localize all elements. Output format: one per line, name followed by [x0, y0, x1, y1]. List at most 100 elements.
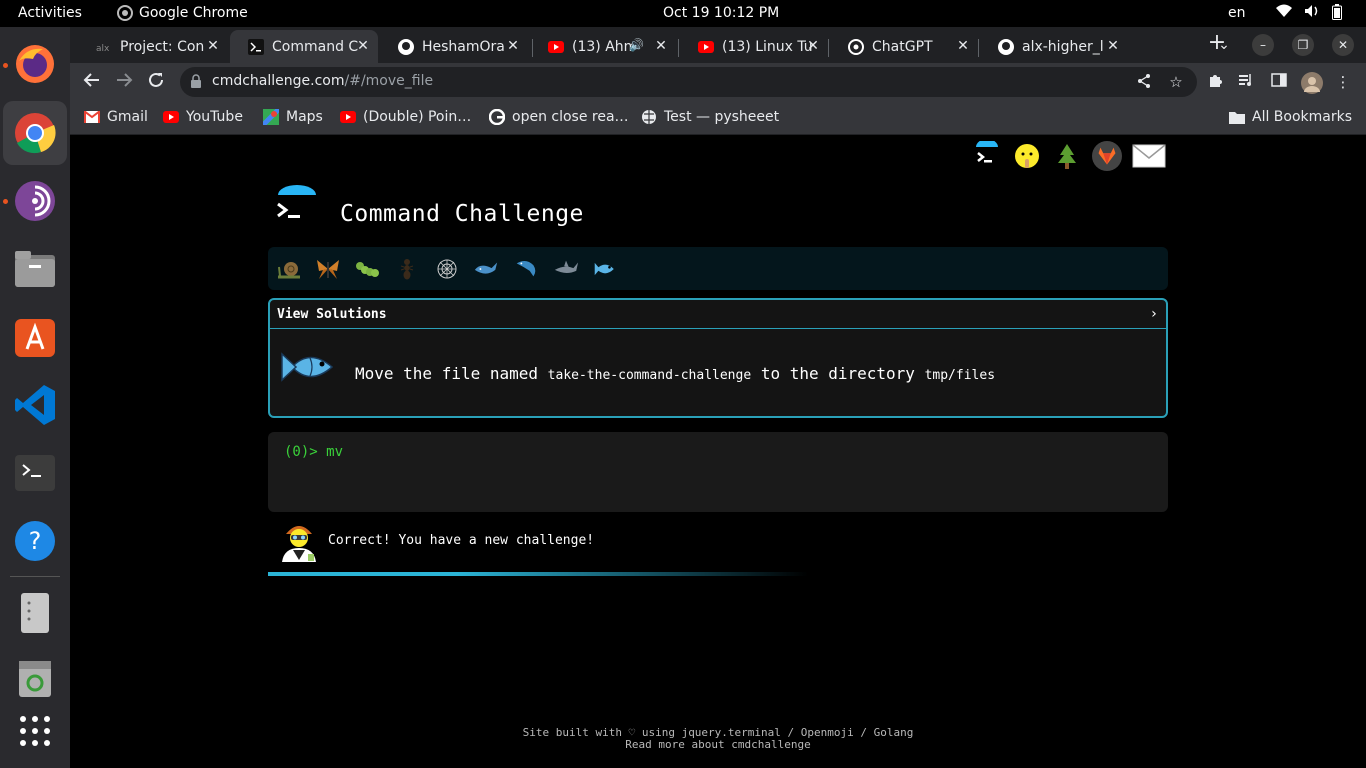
- chrome-app-icon: [117, 5, 133, 21]
- bookmark-double-pointer[interactable]: (Double) Poin…: [340, 109, 471, 125]
- speaker-icon[interactable]: 🔊: [629, 38, 644, 52]
- tab-project[interactable]: alx Project: Con ✕: [78, 30, 228, 63]
- youtube-icon: [163, 109, 179, 125]
- close-icon[interactable]: ✕: [504, 37, 522, 55]
- terminal-input-area[interactable]: (0)> mv: [268, 432, 1168, 512]
- app-menu[interactable]: Google Chrome: [117, 5, 248, 21]
- tab-label: Project: Con: [120, 38, 205, 55]
- cmdchallenge-terminal-icon[interactable]: [972, 141, 1002, 171]
- vscode-launcher[interactable]: [11, 381, 59, 429]
- terminal-command-text[interactable]: mv: [326, 444, 343, 460]
- tab-label: HeshamOra: [422, 38, 505, 55]
- svg-text:alx: alx: [96, 44, 110, 54]
- terminal-launcher[interactable]: [11, 449, 59, 497]
- side-panel-icon[interactable]: [1269, 72, 1289, 92]
- show-apps-button[interactable]: [11, 707, 59, 755]
- caterpillar-icon[interactable]: [355, 256, 381, 282]
- file-name-code: take-the-command-challenge: [547, 368, 752, 383]
- app-name: Google Chrome: [139, 5, 248, 21]
- files-icon: [15, 251, 55, 287]
- ant-icon[interactable]: [394, 256, 420, 282]
- firefox-launcher[interactable]: [11, 39, 59, 87]
- fish-icon[interactable]: [593, 256, 619, 282]
- close-window-button[interactable]: ✕: [1332, 34, 1354, 56]
- chatgpt-icon: [848, 38, 864, 55]
- butterfly-icon[interactable]: [315, 256, 341, 282]
- forward-button[interactable]: [113, 71, 135, 93]
- wifi-icon: [1276, 4, 1292, 17]
- restore-button[interactable]: ❐: [1292, 34, 1314, 56]
- gitlab-icon[interactable]: [1092, 141, 1122, 171]
- close-icon[interactable]: ✕: [804, 37, 822, 55]
- close-icon[interactable]: ✕: [652, 37, 670, 55]
- close-icon[interactable]: ✕: [204, 37, 222, 55]
- app-center-icon: [15, 319, 55, 357]
- system-tray[interactable]: [1276, 4, 1342, 20]
- fish-icon: [281, 352, 334, 382]
- view-solutions-toggle[interactable]: View Solutions ›: [270, 300, 1166, 329]
- youtube-icon: [698, 39, 714, 55]
- activities-button[interactable]: Activities: [18, 5, 82, 21]
- tor-launcher[interactable]: [11, 177, 59, 225]
- tab-youtube-ahm[interactable]: (13) Ahm 🔊 ✕: [530, 30, 676, 63]
- whale-icon[interactable]: [473, 256, 499, 282]
- share-icon[interactable]: [1135, 73, 1153, 91]
- shushing-face-icon[interactable]: [1012, 141, 1042, 171]
- minimize-button[interactable]: –: [1252, 34, 1274, 56]
- help-launcher[interactable]: ?: [11, 517, 59, 565]
- kebab-menu-icon[interactable]: ⋮: [1333, 72, 1353, 92]
- dolphin-icon[interactable]: [513, 256, 539, 282]
- tab-github-hesham[interactable]: HeshamOra ✕: [380, 30, 528, 63]
- tab-youtube-linux[interactable]: (13) Linux Tu ✕: [680, 30, 828, 63]
- chrome-launcher[interactable]: [3, 101, 67, 165]
- reload-button[interactable]: [145, 71, 167, 93]
- all-bookmarks[interactable]: All Bookmarks: [1229, 109, 1352, 125]
- mail-icon[interactable]: [1132, 141, 1166, 171]
- trash-launcher[interactable]: [11, 655, 59, 703]
- bookmarks-bar: Gmail YouTube Maps (Double) Poin… open c…: [70, 101, 1366, 135]
- files-launcher[interactable]: [11, 245, 59, 293]
- snail-icon[interactable]: [276, 256, 302, 282]
- bookmark-open-close[interactable]: open close rea…: [489, 109, 629, 125]
- google-icon: [489, 109, 505, 125]
- challenge-description: Move the file named take-the-command-cha…: [355, 364, 996, 383]
- web-page: Command Challenge View Solutions › Move …: [70, 135, 1366, 768]
- youtube-icon: [548, 39, 564, 55]
- tab-chatgpt[interactable]: ChatGPT ✕: [830, 30, 978, 63]
- tab-label: (13) Ahm: [572, 38, 632, 55]
- tab-github-alx[interactable]: alx-higher_l ✕: [980, 30, 1128, 63]
- bookmark-gmail[interactable]: Gmail: [84, 109, 148, 125]
- battery-icon: [1332, 4, 1342, 20]
- profile-avatar[interactable]: [1301, 72, 1323, 94]
- close-icon[interactable]: ✕: [1104, 37, 1122, 55]
- bookmark-maps[interactable]: Maps: [263, 109, 323, 125]
- extensions-puzzle-icon[interactable]: [1206, 72, 1226, 92]
- bookmark-pysheeet[interactable]: Test — pysheeet: [641, 109, 779, 125]
- clock[interactable]: Oct 19 10:12 PM: [663, 5, 779, 21]
- url-text[interactable]: cmdchallenge.com/#/move_file: [212, 73, 433, 89]
- arrow-right-icon: [117, 73, 133, 87]
- disk-icon: [21, 593, 49, 633]
- result-divider: [268, 572, 808, 576]
- back-button[interactable]: [81, 71, 103, 93]
- chevron-right-icon: ›: [1149, 306, 1158, 322]
- shark-icon[interactable]: [553, 256, 579, 282]
- close-icon[interactable]: ✕: [954, 37, 972, 55]
- tab-command-challenge[interactable]: Command C ✕: [230, 30, 378, 63]
- tab-search-chevron-down-icon[interactable]: ⌄: [1213, 34, 1235, 56]
- software-launcher[interactable]: [11, 313, 59, 361]
- arrow-left-icon: [83, 73, 99, 87]
- bookmark-star-icon[interactable]: ☆: [1167, 73, 1185, 91]
- footer-about-link[interactable]: Read more about cmdchallenge: [70, 739, 1366, 751]
- tab-strip: alx Project: Con ✕ Command C ✕ HeshamOra…: [70, 27, 1366, 63]
- lock-icon[interactable]: [190, 74, 202, 88]
- media-controls-icon[interactable]: [1236, 72, 1256, 92]
- bookmark-youtube[interactable]: YouTube: [163, 109, 243, 125]
- address-bar[interactable]: cmdchallenge.com/#/move_file ☆: [180, 67, 1197, 97]
- volume-icon: [1305, 5, 1318, 17]
- spider-web-icon[interactable]: [434, 256, 460, 282]
- drive-launcher[interactable]: [11, 589, 59, 637]
- close-icon[interactable]: ✕: [354, 37, 372, 55]
- language-indicator[interactable]: en: [1228, 5, 1246, 21]
- tree-icon[interactable]: [1052, 141, 1082, 171]
